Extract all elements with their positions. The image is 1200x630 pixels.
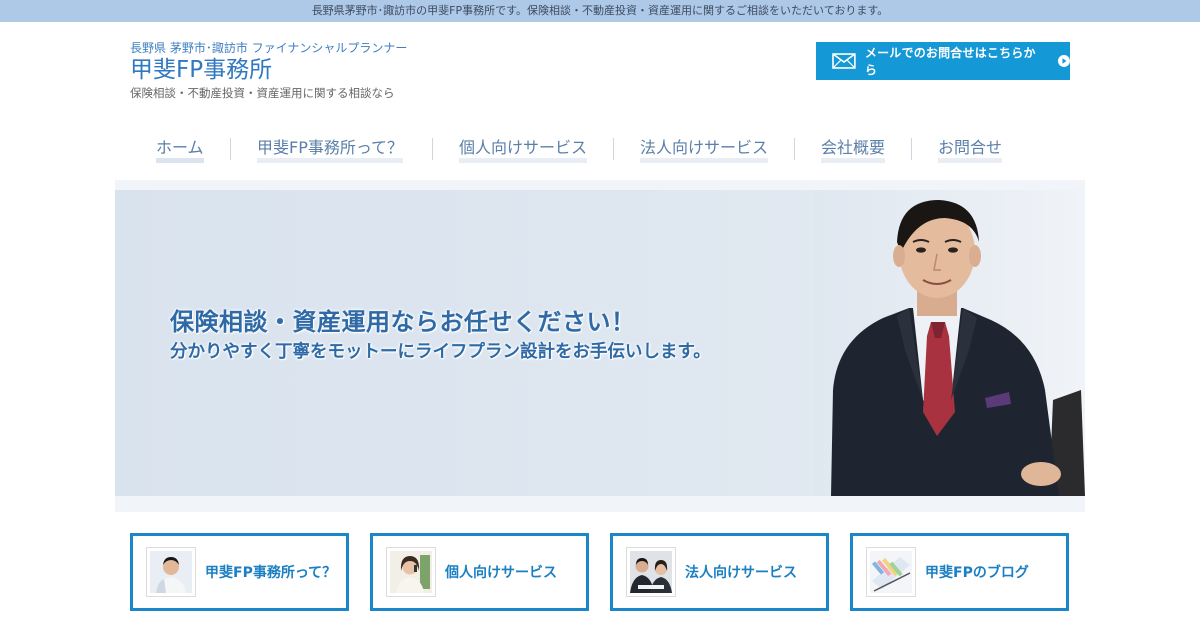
card-individual[interactable]: 個人向けサービス (370, 533, 589, 611)
envelope-icon (832, 53, 856, 69)
feature-cards: 甲斐FP事務所って？ 個人向けサービス 法人向けサービス 甲斐FPのブログ (130, 533, 1070, 611)
card-corporate[interactable]: 法人向けサービス (610, 533, 829, 611)
hero-image-area: 保険相談・資産運用ならお任せください！ 分かりやすく丁寧をモットーにライフプラン… (115, 190, 1085, 496)
nav-item-about[interactable]: 甲斐FP事務所って？ (257, 134, 404, 164)
site-description: 保険相談・不動産投資・資産運用に関する相談なら (130, 86, 395, 100)
nav-separator (794, 138, 795, 160)
nav-item-company[interactable]: 会社概要 (821, 134, 886, 164)
hero-banner: 保険相談・資産運用ならお任せください！ 分かりやすく丁寧をモットーにライフプラン… (115, 180, 1085, 512)
site-tagline: 長野県 茅野市･諏訪市 ファイナンシャルプランナー (130, 41, 408, 55)
card-label: 甲斐FPのブログ (925, 565, 1029, 581)
hero-headline: 保険相談・資産運用ならお任せください！ (170, 308, 636, 336)
site-header: 長野県 茅野市･諏訪市 ファイナンシャルプランナー 甲斐FP事務所 保険相談・不… (130, 40, 530, 101)
hero-subheadline: 分かりやすく丁寧をモットーにライフプラン設計をお手伝いします。 (170, 342, 711, 362)
nav-separator (432, 138, 433, 160)
business-photo-icon (630, 551, 672, 593)
individual-photo-icon (390, 551, 432, 593)
top-announcement-bar: 長野県茅野市･諏訪市の甲斐FP事務所です。保険相談・不動産投資・資産運用に関する… (0, 0, 1200, 22)
card-label: 法人向けサービス (685, 565, 797, 581)
consultant-photo-icon (150, 551, 192, 593)
nav-item-label: お問合せ (938, 138, 1003, 163)
card-blog[interactable]: 甲斐FPのブログ (850, 533, 1069, 611)
card-thumbnail (866, 547, 916, 597)
blog-photo-icon (870, 551, 912, 593)
site-title[interactable]: 甲斐FP事務所 (130, 56, 530, 84)
card-about[interactable]: 甲斐FP事務所って？ (130, 533, 349, 611)
nav-separator (230, 138, 231, 160)
consultant-portrait-photo (813, 190, 1085, 496)
nav-item-label: 個人向けサービス (459, 138, 588, 163)
nav-item-label: 法人向けサービス (640, 138, 769, 163)
nav-item-home[interactable]: ホーム (156, 134, 204, 164)
card-thumbnail (626, 547, 676, 597)
nav-separator (613, 138, 614, 160)
nav-item-label: 会社概要 (821, 138, 886, 163)
arrow-right-circle-icon (1058, 55, 1070, 67)
mail-contact-button[interactable]: メールでのお問合せはこちらから (816, 42, 1070, 80)
nav-item-label: ホーム (156, 138, 204, 163)
nav-item-corporate[interactable]: 法人向けサービス (640, 134, 769, 164)
nav-item-label: 甲斐FP事務所って？ (257, 138, 404, 163)
card-label: 個人向けサービス (445, 565, 557, 581)
card-thumbnail (146, 547, 196, 597)
card-label: 甲斐FP事務所って？ (205, 565, 337, 581)
card-thumbnail (386, 547, 436, 597)
top-announcement-text: 長野県茅野市･諏訪市の甲斐FP事務所です。保険相談・不動産投資・資産運用に関する… (311, 4, 889, 17)
main-nav: ホーム 甲斐FP事務所って？ 個人向けサービス 法人向けサービス 会社概要 お問… (130, 134, 1030, 164)
mail-contact-label: メールでのお問合せはこちらから (864, 46, 1036, 77)
nav-item-individual[interactable]: 個人向けサービス (459, 134, 588, 164)
nav-item-contact[interactable]: お問合せ (938, 134, 1003, 164)
nav-separator (911, 138, 912, 160)
